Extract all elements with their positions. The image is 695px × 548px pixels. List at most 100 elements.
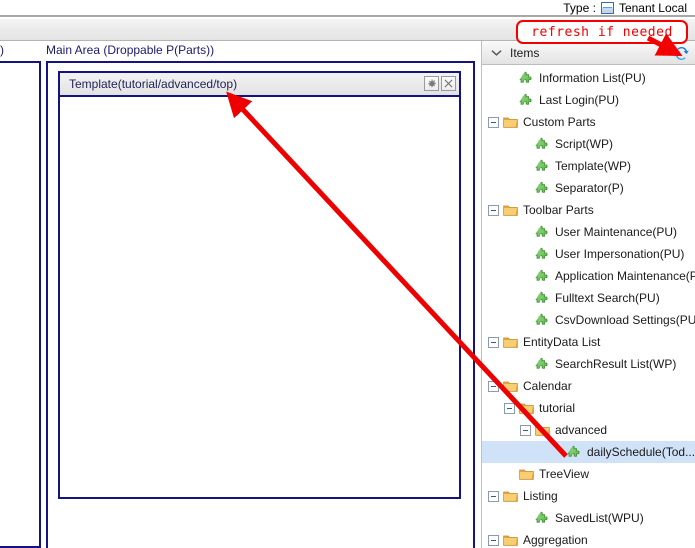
collapse-toggle-icon[interactable]	[488, 380, 499, 392]
tree-item-2[interactable]: Custom Parts	[482, 111, 695, 133]
template-part-panel[interactable]: Template(tutorial/advanced/top)	[58, 71, 461, 499]
tree-item-13[interactable]: SearchResult List(WP)	[482, 353, 695, 375]
puzzle-icon	[535, 247, 550, 261]
collapse-toggle-icon[interactable]	[488, 116, 499, 128]
puzzle-icon	[535, 225, 550, 239]
main-area-box[interactable]: Template(tutorial/advanced/top)	[46, 61, 475, 548]
tree-item-label: CsvDownload Settings(PU)	[555, 313, 695, 327]
collapse-toggle-icon[interactable]	[488, 204, 499, 216]
items-tree[interactable]: Information List(PU) Last Login(PU) Custom…	[482, 65, 695, 548]
tree-item-label: Aggregation	[523, 533, 588, 547]
main-area-label: Main Area (Droppable P(Parts))	[46, 43, 215, 57]
toggle-spacer	[520, 249, 531, 260]
toggle-spacer	[520, 513, 531, 524]
puzzle-icon	[535, 357, 550, 371]
gear-icon[interactable]	[424, 76, 439, 91]
puzzle-icon	[567, 445, 582, 459]
toggle-spacer	[520, 359, 531, 370]
puzzle-icon	[535, 313, 550, 327]
items-panel: Items Information List(PU) Last Login(PU)…	[481, 41, 695, 548]
template-part-title: Template(tutorial/advanced/top)	[69, 77, 238, 91]
tree-item-label: Separator(P)	[555, 181, 624, 195]
tree-item-3[interactable]: Script(WP)	[482, 133, 695, 155]
template-part-buttons	[424, 76, 456, 91]
collapse-toggle-icon[interactable]	[520, 424, 531, 436]
toggle-spacer	[520, 315, 531, 326]
collapse-toggle-icon[interactable]	[488, 534, 499, 546]
toggle-spacer	[520, 227, 531, 238]
refresh-icon[interactable]	[672, 44, 690, 62]
tree-item-5[interactable]: Separator(P)	[482, 177, 695, 199]
left-panel-box	[0, 61, 41, 548]
tree-item-label: Last Login(PU)	[539, 93, 620, 107]
puzzle-icon	[519, 93, 534, 107]
tree-item-12[interactable]: EntityData List	[482, 331, 695, 353]
type-value: Tenant Local	[618, 0, 687, 15]
puzzle-icon	[535, 511, 550, 525]
items-panel-title: Items	[510, 45, 540, 60]
tree-item-label: Fulltext Search(PU)	[555, 291, 660, 305]
folder-icon	[503, 204, 518, 217]
tree-item-10[interactable]: Fulltext Search(PU)	[482, 287, 695, 309]
puzzle-icon	[535, 269, 550, 283]
folder-icon	[503, 336, 518, 349]
tree-item-14[interactable]: Calendar	[482, 375, 695, 397]
chevron-down-icon[interactable]	[490, 47, 502, 59]
toggle-spacer	[520, 183, 531, 194]
tree-item-9[interactable]: Application Maintenance(PU)	[482, 265, 695, 287]
puzzle-icon	[535, 159, 550, 173]
tree-item-label: advanced	[555, 423, 608, 437]
tree-item-1[interactable]: Last Login(PU)	[482, 89, 695, 111]
items-panel-header[interactable]: Items	[482, 41, 695, 65]
annotation-note: refresh if needed	[516, 20, 688, 44]
left-panel-label: )	[0, 43, 4, 57]
collapse-toggle-icon[interactable]	[488, 490, 499, 502]
tree-item-7[interactable]: User Maintenance(PU)	[482, 221, 695, 243]
tree-item-8[interactable]: User Impersonation(PU)	[482, 243, 695, 265]
tree-item-label: User Maintenance(PU)	[555, 225, 678, 239]
toggle-spacer	[504, 95, 515, 106]
puzzle-icon	[519, 71, 534, 85]
toggle-spacer	[520, 161, 531, 172]
tree-item-label: User Impersonation(PU)	[555, 247, 685, 261]
tree-item-21[interactable]: Aggregation	[482, 529, 695, 548]
tree-item-label: Application Maintenance(PU)	[555, 269, 695, 283]
tree-item-label: Script(WP)	[555, 137, 613, 151]
tree-item-15[interactable]: tutorial	[482, 397, 695, 419]
collapse-toggle-icon[interactable]	[504, 402, 515, 414]
collapse-toggle-icon[interactable]	[488, 336, 499, 348]
type-bar-inner: Type : Tenant Local	[563, 1, 695, 15]
tree-item-17[interactable]: dailySchedule(Tod...	[482, 441, 695, 463]
tree-item-20[interactable]: SavedList(WPU)	[482, 507, 695, 529]
folder-icon	[503, 534, 518, 547]
close-icon[interactable]	[441, 76, 456, 91]
template-part-body[interactable]	[60, 97, 459, 497]
puzzle-icon	[535, 291, 550, 305]
document-icon	[600, 1, 614, 14]
app-root: Type : Tenant Local ) Main Area (Droppab…	[0, 0, 695, 548]
tree-item-4[interactable]: Template(WP)	[482, 155, 695, 177]
tree-item-label: Calendar	[523, 379, 572, 393]
toggle-spacer	[520, 293, 531, 304]
tree-item-label: Template(WP)	[555, 159, 632, 173]
tree-item-11[interactable]: CsvDownload Settings(PU)	[482, 309, 695, 331]
tree-item-label: dailySchedule(Tod...	[587, 445, 695, 459]
tree-item-19[interactable]: Listing	[482, 485, 695, 507]
tree-item-label: Information List(PU)	[539, 71, 646, 85]
type-bar: Type : Tenant Local	[0, 0, 695, 17]
tree-item-label: Toolbar Parts	[523, 203, 594, 217]
tree-item-0[interactable]: Information List(PU)	[482, 67, 695, 89]
toggle-spacer	[504, 469, 515, 480]
tree-item-16[interactable]: advanced	[482, 419, 695, 441]
folder-icon	[519, 468, 534, 481]
puzzle-icon	[535, 181, 550, 195]
template-part-header: Template(tutorial/advanced/top)	[60, 73, 459, 97]
tree-item-label: EntityData List	[523, 335, 601, 349]
tree-item-label: SearchResult List(WP)	[555, 357, 677, 371]
tree-item-18[interactable]: TreeView	[482, 463, 695, 485]
folder-icon	[503, 116, 518, 129]
folder-icon	[519, 402, 534, 415]
tree-item-label: TreeView	[539, 467, 590, 481]
toggle-spacer	[520, 139, 531, 150]
tree-item-6[interactable]: Toolbar Parts	[482, 199, 695, 221]
